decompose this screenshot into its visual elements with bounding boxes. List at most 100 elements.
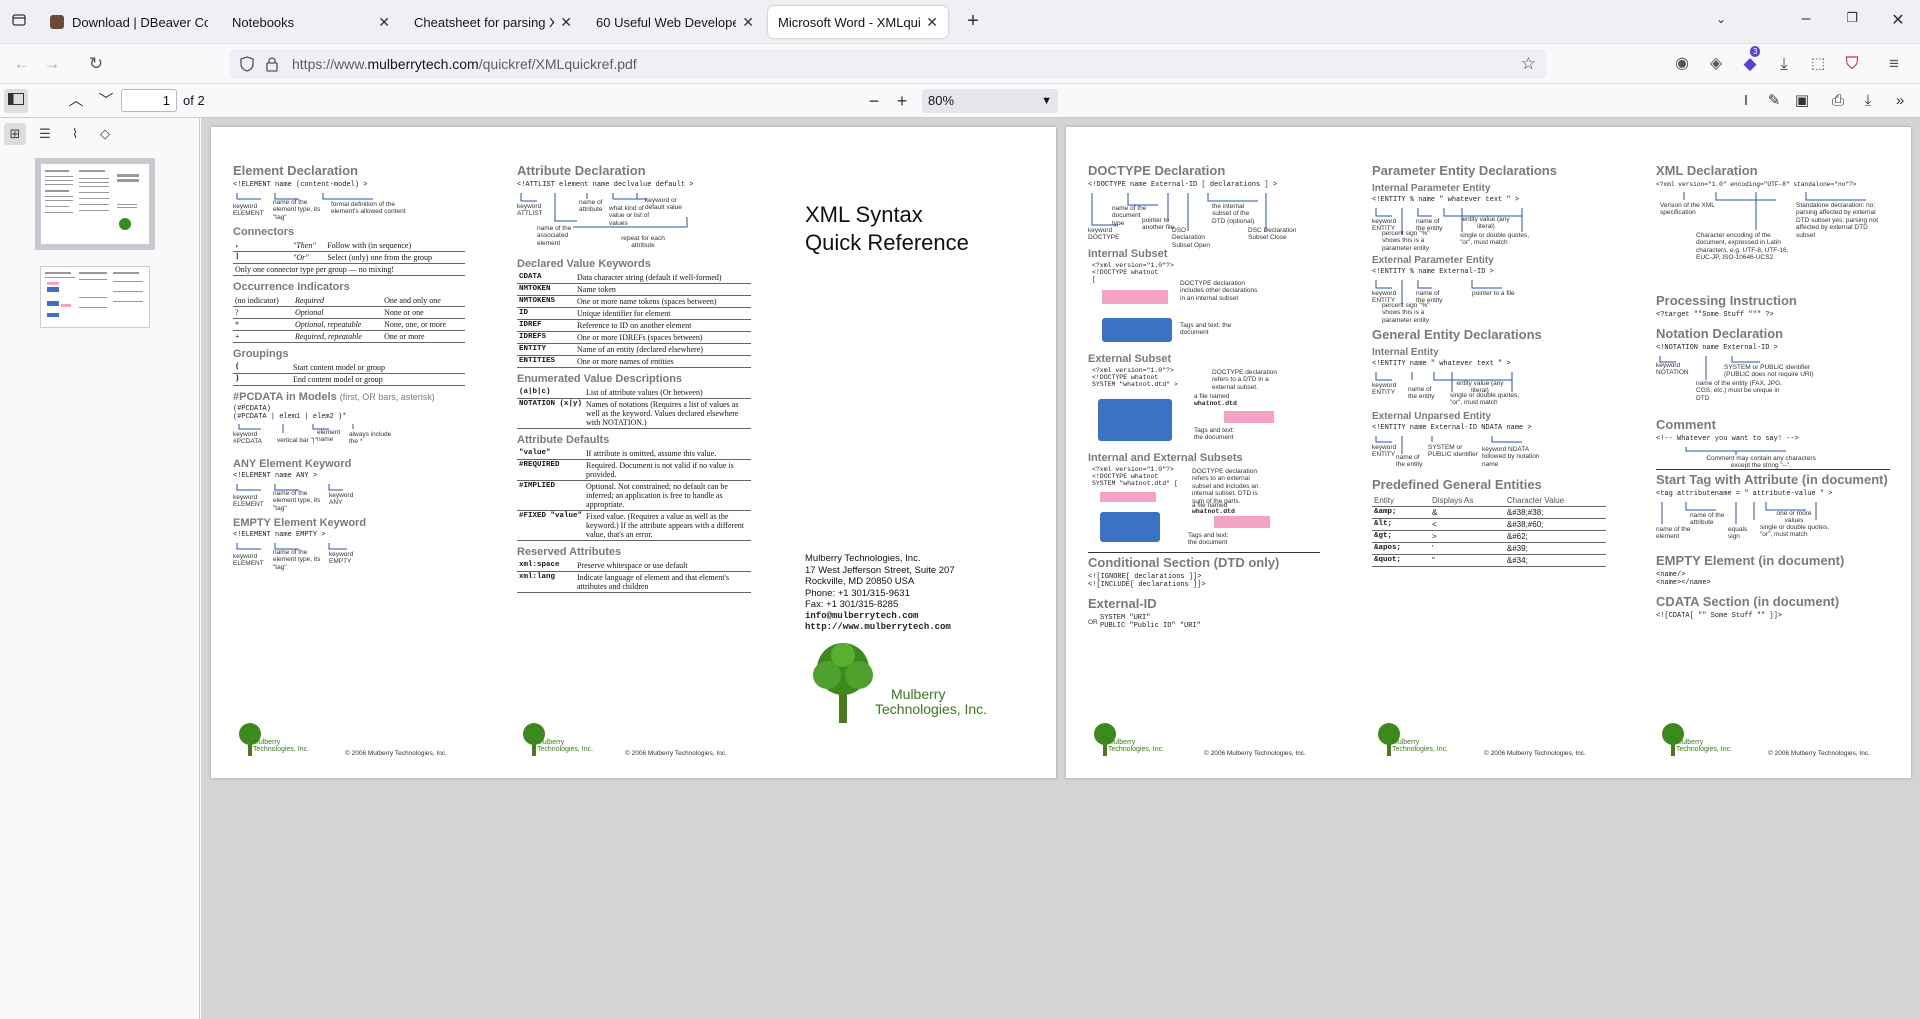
thumbnail-page-1[interactable] [35,158,155,250]
external-subset-diagram: <?xml version="1.0"?> <!DOCTYPE whatnot S… [1088,367,1320,447]
annotation-label: keyword ELEMENT [233,203,264,218]
text-cursor-icon[interactable]: I [1734,89,1758,113]
table-cell: (a|b|c) [517,387,585,399]
menu-icon[interactable]: ≡ [1882,52,1906,76]
annotation-diagram: name of the element name of the attribut… [1656,500,1890,546]
forward-icon[interactable]: → [40,52,64,76]
code-sample: <!ATTLIST element name declvalue default… [517,181,694,189]
minimize-icon[interactable]: – [1792,10,1820,28]
section-heading: Start Tag with Attribute (in document) [1656,472,1888,487]
table-cell: Preserve whitespace or use default [575,560,751,572]
close-window-icon[interactable]: ✕ [1884,10,1912,30]
section-heading: XML Declaration [1656,163,1758,178]
previous-page-icon[interactable]: ︿ [64,89,88,113]
copyright: © 2006 Mulberry Technologies, Inc. [625,750,727,757]
footer-logo-text: Mulberry Technologies, Inc. [1392,739,1449,754]
annotation-diagram: keyword ELEMENT name of the element type… [233,482,465,512]
combined-subset-diagram: <?xml version="1.0"?> <!DOCTYPE whatnot S… [1088,466,1320,550]
pdf-viewer[interactable]: Element Declaration <!ELEMENT name (cont… [201,118,1920,1019]
footer-logo-text: Mulberry Technologies, Inc. [253,739,310,754]
code-sample: <!ENTITY name External-ID NDATA name > [1372,424,1532,432]
shield-icon[interactable] [240,56,254,77]
attachments-icon[interactable]: ⌇ [64,123,86,145]
extension-purple-icon[interactable]: ◆ 3 [1738,46,1762,76]
code-sample: (#PCDATA | elem1 | elem2 )* [233,413,347,421]
code-sample: <?xml version="1.0"?> <!DOCTYPE whatnot S… [1092,367,1178,388]
reload-icon[interactable]: ↻ [84,52,108,76]
close-icon[interactable]: ✕ [742,14,754,31]
table-row: #IMPLIED Optional. Not constrained; no de… [517,480,751,511]
table-cell: One or more name tokens (spaces between) [575,295,751,308]
tab-notebooks[interactable]: Notebooks ✕ [222,6,400,38]
section-heading: Element Declaration [233,163,358,178]
save-download-icon[interactable]: ⤓ [1856,89,1880,113]
ublock-shield-icon[interactable]: ⛉ [1840,52,1864,76]
table-row: &apos; ' &#39; [1372,542,1606,555]
print-icon[interactable]: ⎙ [1826,89,1850,113]
extensions-puzzle-icon[interactable]: ⬚ [1806,52,1830,76]
chevron-down-icon[interactable]: ⌄ [1710,12,1732,26]
section-heading: Internal Parameter Entity [1372,183,1491,194]
table-row: &gt; > &#62; [1372,530,1606,543]
page2-column-1: DOCTYPE Declaration <!DOCTYPE name Exter… [1088,163,1320,634]
section-heading: Connectors [233,226,295,238]
lock-icon[interactable] [266,56,278,77]
section-heading: External Parameter Entity [1372,255,1494,266]
url-bar[interactable]: https://www.mulberrytech.com/quickref/XM… [230,49,1546,79]
close-icon[interactable]: ✕ [378,14,390,31]
internal-subset-diagram: <?xml version="1.0"?> <!DOCTYPE whatnot[ … [1088,262,1320,348]
download-icon[interactable]: ⤓ [1772,52,1796,76]
tab-title: Download | DBeaver Community [72,14,208,30]
bookmark-star-icon[interactable]: ☆ [1521,54,1536,74]
section-heading: EMPTY Element (in document) [1656,553,1845,568]
code-sample: <!ENTITY name " whatever text " > [1372,360,1511,368]
draw-pen-icon[interactable]: ✎ [1762,89,1786,113]
table-header-row: Entity Displays As Character Value [1372,495,1606,507]
close-icon[interactable]: ✕ [926,14,938,31]
zoom-out-icon[interactable]: − [862,89,886,113]
thumbnails-icon[interactable]: ⊞ [4,123,26,145]
annotation-label: DOCTYPE declaration includes other decla… [1180,280,1258,302]
extension-badge: 3 [1750,46,1761,57]
add-image-icon[interactable]: ▣ [1790,89,1814,113]
privacy-mask-icon[interactable]: ◈ [1704,52,1728,76]
section-heading: General Entity Declarations [1372,327,1542,342]
table-cell: &quot; [1372,554,1430,567]
section-heading: External Unparsed Entity [1372,411,1491,422]
new-tab-icon[interactable]: + [962,10,984,33]
next-page-icon[interactable]: ﹀ [94,89,118,113]
code-sample: <!ENTITY % name " whatever text " > [1372,196,1520,204]
table-row: IDREFS One or more IDREFs (spaces between… [517,331,751,344]
section-heading: Notation Declaration [1656,326,1784,341]
tab-webdev-cheatsheet[interactable]: 60 Useful Web Developer Cheat She ✕ [586,6,764,38]
zoom-select[interactable]: 80% ▼ [922,89,1058,113]
page2-column-2: Parameter Entity Declarations Internal P… [1372,163,1606,567]
page-number-input[interactable]: 1 [121,89,177,112]
document-title: XML Syntax Quick Reference [805,202,969,255]
tab-xml-cheatsheet[interactable]: Cheatsheet for parsing XML in Pytho ✕ [404,6,582,38]
table-cell: "value" [517,448,585,460]
account-icon[interactable]: ◉ [1670,52,1694,76]
section-heading: Internal Subset [1088,248,1168,260]
tab-xml-quickref[interactable]: Microsoft Word - XMLquickref-1.do ✕ [768,6,948,38]
layers-icon[interactable]: ◇ [94,123,116,145]
tab-dbeaver[interactable]: Download | DBeaver Community [40,6,218,38]
tools-expand-icon[interactable]: » [1888,89,1912,113]
declared-values-table: CDATA Data character string (default if w… [517,272,751,368]
annotation-label: whatnot.dtd [1192,508,1235,515]
back-icon[interactable]: ← [10,52,34,76]
close-icon[interactable]: ✕ [560,14,572,31]
tab-list-icon[interactable] [8,12,30,33]
section-heading: Occurrence Indicators [233,281,350,293]
table-cell: If attribute is omitted, assume this val… [584,448,751,460]
restore-icon[interactable]: ❐ [1838,10,1866,26]
thumbnail-page-2[interactable] [40,266,150,328]
table-cell: Optional. Not constrained; no default ca… [584,480,751,511]
dtd-file-box [1214,516,1270,528]
page1-column-3: XML Syntax Quick Reference Mulberry Tech… [805,163,1035,723]
sidebar-toggle-icon[interactable] [4,89,28,113]
outline-icon[interactable]: ☰ [34,123,56,145]
table-cell: Data character string (default if well-f… [575,272,751,284]
zoom-in-icon[interactable]: + [890,89,914,113]
occurrence-table: (no indicator) Required One and only one ?… [233,295,465,343]
